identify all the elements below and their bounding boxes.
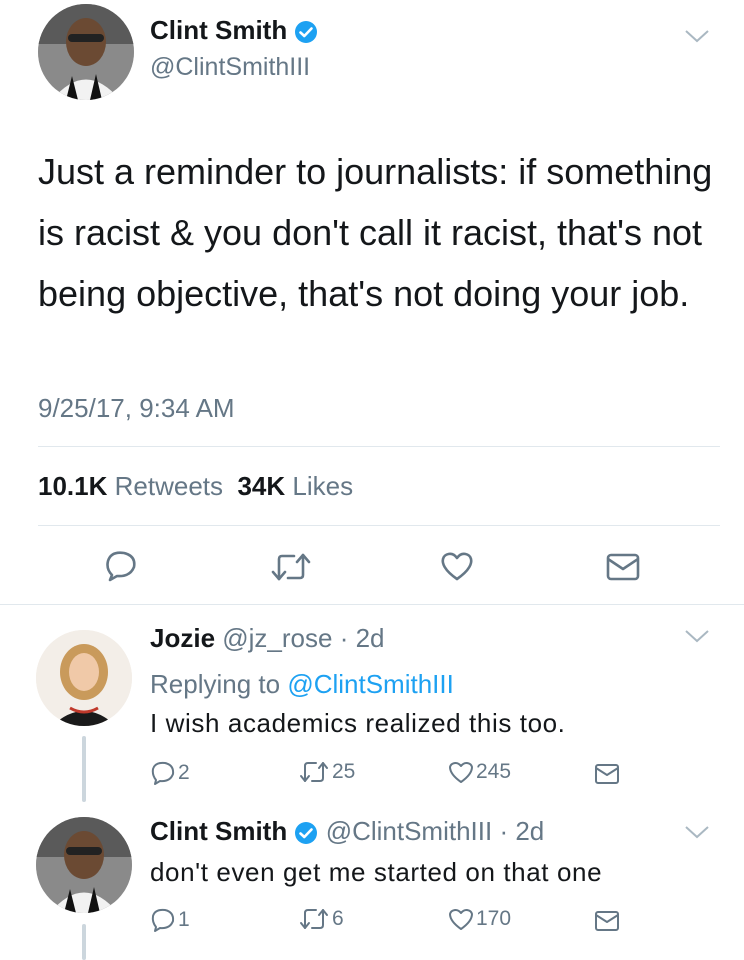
reply-count: 1 (178, 908, 190, 931)
chevron-down-icon[interactable] (684, 28, 710, 44)
author-handle[interactable]: @ClintSmithIII (150, 52, 310, 82)
reply-action-reply[interactable]: 1 (150, 907, 190, 933)
thread-line (82, 924, 86, 960)
reply-icon[interactable] (150, 760, 176, 786)
retweet-count: 25 (332, 760, 356, 783)
like-count: 245 (476, 760, 512, 783)
divider (0, 604, 744, 605)
replying-to-link[interactable]: @ClintSmithIII (287, 669, 454, 699)
retweet-icon[interactable] (298, 760, 330, 784)
divider (38, 525, 720, 526)
reply-action-retweet[interactable]: 6 (298, 907, 344, 931)
message-icon[interactable] (606, 553, 640, 581)
reply-text: don't even get me started on that one (150, 857, 603, 887)
likes-count[interactable]: 34K (237, 471, 285, 501)
reply-icon[interactable] (104, 550, 138, 582)
tweet-text: Just a reminder to journalists: if somet… (38, 151, 713, 314)
reply-time[interactable]: 2d (515, 816, 544, 846)
verified-badge-icon (295, 822, 318, 845)
likes-label[interactable]: Likes (292, 471, 353, 501)
tweet-timestamp[interactable]: 9/25/17, 9:34 AM (38, 392, 235, 424)
reply-author-handle[interactable]: @jz_rose (222, 623, 332, 653)
message-icon[interactable] (594, 910, 620, 932)
like-count: 170 (476, 907, 512, 930)
author-name[interactable]: Clint Smith (150, 15, 287, 45)
retweet-icon[interactable] (298, 907, 330, 931)
author-avatar[interactable] (38, 4, 134, 100)
chevron-down-icon[interactable] (684, 628, 710, 644)
reply-action-like[interactable]: 245 (448, 760, 511, 784)
reply-author-name[interactable]: Clint Smith (150, 816, 287, 846)
reply-time[interactable]: 2d (356, 623, 385, 653)
verified-badge-icon (295, 21, 318, 44)
like-icon[interactable] (448, 907, 474, 931)
reply-count: 2 (178, 761, 190, 784)
reply-author-name[interactable]: Jozie (150, 623, 215, 653)
retweets-label[interactable]: Retweets (115, 471, 223, 501)
reply-avatar[interactable] (36, 630, 132, 726)
like-icon[interactable] (440, 550, 474, 582)
reply-avatar[interactable] (36, 817, 132, 913)
chevron-down-icon[interactable] (684, 824, 710, 840)
replying-to-label: Replying to (150, 669, 281, 699)
reply-text: I wish academics realized this too. (150, 708, 566, 738)
reply-action-reply[interactable]: 2 (150, 760, 190, 786)
divider (38, 446, 720, 447)
reply-action-retweet[interactable]: 25 (298, 760, 355, 784)
like-icon[interactable] (448, 760, 474, 784)
thread-line (82, 736, 86, 802)
retweets-count[interactable]: 10.1K (38, 471, 107, 501)
reply-action-like[interactable]: 170 (448, 907, 511, 931)
retweet-count: 6 (332, 907, 344, 930)
reply-author-handle[interactable]: @ClintSmithIII (326, 816, 493, 846)
retweet-icon[interactable] (270, 552, 312, 582)
reply-icon[interactable] (150, 907, 176, 933)
message-icon[interactable] (594, 763, 620, 785)
